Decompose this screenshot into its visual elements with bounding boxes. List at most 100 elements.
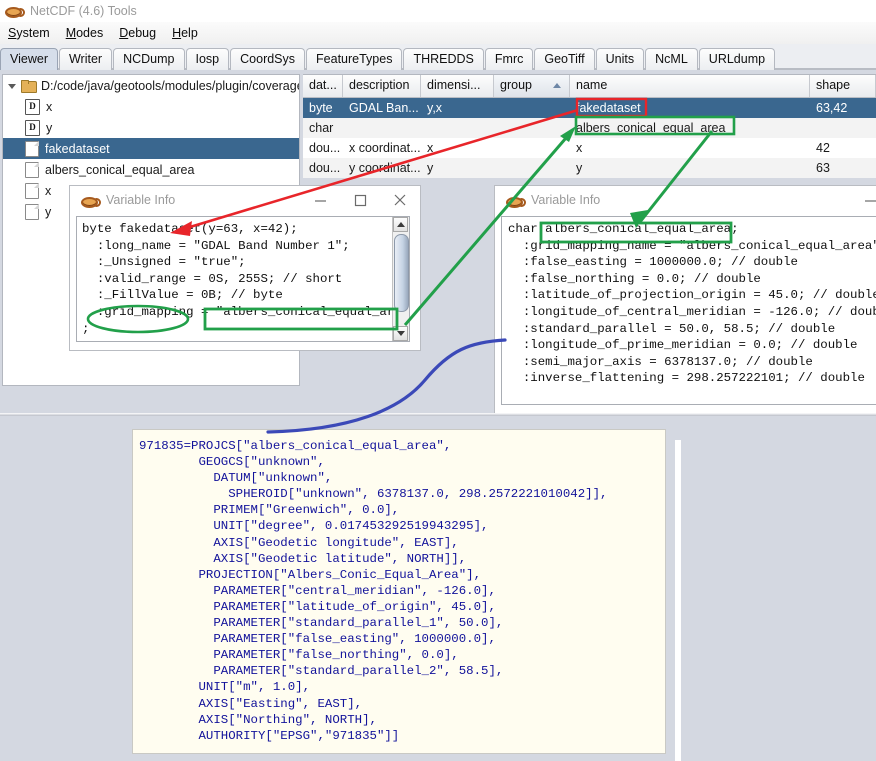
dialog1-text-area[interactable]: byte fakedataset(y=63, x=42); :long_name… bbox=[76, 216, 410, 342]
menu-help-label: elp bbox=[181, 26, 198, 40]
menu-debug-mnemonic: D bbox=[119, 26, 128, 40]
column-header-group[interactable]: group bbox=[494, 75, 570, 97]
tab-label: Writer bbox=[69, 52, 102, 66]
cell-name: albers_conical_equal_area bbox=[570, 118, 810, 138]
cell-shape: 63 bbox=[810, 158, 876, 178]
menu-help-mnemonic: H bbox=[172, 26, 181, 40]
tab-label: Fmrc bbox=[495, 52, 523, 66]
table-row[interactable]: dou...x coordinat...xx42 bbox=[303, 138, 876, 158]
column-header-shape[interactable]: shape bbox=[810, 75, 876, 97]
tree-item-label: y bbox=[46, 121, 52, 135]
cell-description: x coordinat... bbox=[343, 138, 421, 158]
dialog2-text-area[interactable]: char albers_conical_equal_area; :grid_ma… bbox=[501, 216, 876, 405]
cell-dat: char bbox=[303, 118, 343, 138]
tab-label: Viewer bbox=[10, 52, 48, 66]
menubar: System Modes Debug Help bbox=[0, 22, 876, 44]
column-header-label: description bbox=[349, 78, 409, 92]
dialog1-minimize-button[interactable] bbox=[300, 187, 340, 213]
tab-iosp[interactable]: Iosp bbox=[186, 48, 230, 70]
table-row[interactable]: dou...y coordinat...yy63 bbox=[303, 158, 876, 178]
tab-label: FeatureTypes bbox=[316, 52, 392, 66]
java-cup-icon bbox=[505, 194, 522, 206]
column-header-name[interactable]: name bbox=[570, 75, 810, 97]
wkt-text-panel: 971835=PROJCS["albers_conical_equal_area… bbox=[132, 429, 666, 754]
tree-item-albers_conical_equal_area-3[interactable]: albers_conical_equal_area bbox=[3, 159, 299, 180]
column-header-dat[interactable]: dat... bbox=[303, 75, 343, 97]
variable-table[interactable]: dat... description dimensi...groupname shap… bbox=[303, 74, 876, 183]
dimension-icon: D bbox=[25, 120, 40, 136]
dialog1-maximize-button[interactable] bbox=[340, 187, 380, 213]
menu-modes-label: odes bbox=[76, 26, 103, 40]
table-empty-area bbox=[303, 178, 876, 183]
column-header-label: shape bbox=[816, 78, 850, 92]
tab-thredds[interactable]: THREDDS bbox=[403, 48, 483, 70]
column-header-description[interactable]: description bbox=[343, 75, 421, 97]
tree-item-fakedataset-2[interactable]: fakedataset bbox=[3, 138, 299, 159]
variable-icon bbox=[25, 141, 39, 157]
blue-curve-wkt-to-dialog2 bbox=[268, 340, 505, 432]
dimension-icon: D bbox=[25, 99, 40, 115]
scroll-up-icon[interactable] bbox=[393, 217, 408, 232]
menu-debug-label: ebug bbox=[128, 26, 156, 40]
expand-toggle-icon[interactable] bbox=[7, 80, 19, 92]
dialog1-vertical-scrollbar[interactable] bbox=[392, 217, 409, 341]
cell-dimensions: y bbox=[421, 158, 494, 178]
column-header-dimensi[interactable]: dimensi... bbox=[421, 75, 494, 97]
cell-description: y coordinat... bbox=[343, 158, 421, 178]
tab-units[interactable]: Units bbox=[596, 48, 644, 70]
dialog2-minimize-button[interactable] bbox=[850, 187, 876, 213]
tree-root-row[interactable]: D:/code/java/geotools/modules/plugin/cov… bbox=[3, 75, 299, 96]
table-row[interactable]: byteGDAL Ban...y,xfakedataset63,42 bbox=[303, 98, 876, 118]
tab-writer[interactable]: Writer bbox=[59, 48, 112, 70]
cell-dimensions bbox=[421, 118, 494, 138]
menu-debug[interactable]: Debug bbox=[111, 24, 164, 42]
tab-label: NCDump bbox=[123, 52, 174, 66]
tab-viewer[interactable]: Viewer bbox=[0, 48, 58, 70]
cell-group bbox=[494, 98, 570, 118]
tab-label: CoordSys bbox=[240, 52, 295, 66]
tree-item-y-1[interactable]: Dy bbox=[3, 117, 299, 138]
dialog2-text: char albers_conical_equal_area; :grid_ma… bbox=[508, 221, 876, 387]
tree-item-label: albers_conical_equal_area bbox=[45, 163, 194, 177]
tab-fmrc[interactable]: Fmrc bbox=[485, 48, 533, 70]
scrollbar-thumb[interactable] bbox=[394, 234, 409, 312]
tab-geotiff[interactable]: GeoTiff bbox=[534, 48, 594, 70]
menu-system-label: ystem bbox=[16, 26, 49, 40]
cell-dat: byte bbox=[303, 98, 343, 118]
scroll-down-icon[interactable] bbox=[393, 326, 408, 341]
variable-icon bbox=[25, 204, 39, 220]
tree-item-label: y bbox=[45, 205, 51, 219]
menu-help[interactable]: Help bbox=[164, 24, 206, 42]
tree-item-label: x bbox=[45, 184, 51, 198]
cell-group bbox=[494, 118, 570, 138]
menu-system[interactable]: System bbox=[0, 24, 58, 42]
dialog2-titlebar[interactable]: Variable Info bbox=[495, 186, 876, 214]
folder-icon bbox=[21, 80, 36, 92]
dialog1-close-button[interactable] bbox=[380, 187, 420, 213]
tab-urldump[interactable]: URLdump bbox=[699, 48, 775, 70]
dialog1-title: Variable Info bbox=[106, 193, 175, 207]
tab-label: Iosp bbox=[196, 52, 220, 66]
cell-name: y bbox=[570, 158, 810, 178]
app-title: NetCDF (4.6) Tools bbox=[30, 4, 137, 18]
variable-info-dialog-fakedataset[interactable]: Variable Info byte fakedataset(y=63, x=4… bbox=[70, 186, 420, 350]
dialog1-titlebar[interactable]: Variable Info bbox=[70, 186, 420, 214]
tab-label: NcML bbox=[655, 52, 688, 66]
tree-item-label: x bbox=[46, 100, 52, 114]
tab-label: URLdump bbox=[709, 52, 765, 66]
tab-ncdump[interactable]: NCDump bbox=[113, 48, 184, 70]
table-body[interactable]: byteGDAL Ban...y,xfakedataset63,42char al… bbox=[303, 98, 876, 178]
tab-featuretypes[interactable]: FeatureTypes bbox=[306, 48, 402, 70]
tab-label: Units bbox=[606, 52, 634, 66]
dialog1-text: byte fakedataset(y=63, x=42); :long_name… bbox=[82, 221, 410, 337]
cell-dimensions: x bbox=[421, 138, 494, 158]
tree-item-x-0[interactable]: Dx bbox=[3, 96, 299, 117]
table-row[interactable]: char albers_conical_equal_area bbox=[303, 118, 876, 138]
cell-name: x bbox=[570, 138, 810, 158]
variable-info-dialog-albers[interactable]: Variable Info char albers_conical_equal_… bbox=[495, 186, 876, 413]
menu-modes[interactable]: Modes bbox=[58, 24, 112, 42]
cell-dimensions: y,x bbox=[421, 98, 494, 118]
cell-group bbox=[494, 158, 570, 178]
tab-ncml[interactable]: NcML bbox=[645, 48, 698, 70]
tab-coordsys[interactable]: CoordSys bbox=[230, 48, 305, 70]
